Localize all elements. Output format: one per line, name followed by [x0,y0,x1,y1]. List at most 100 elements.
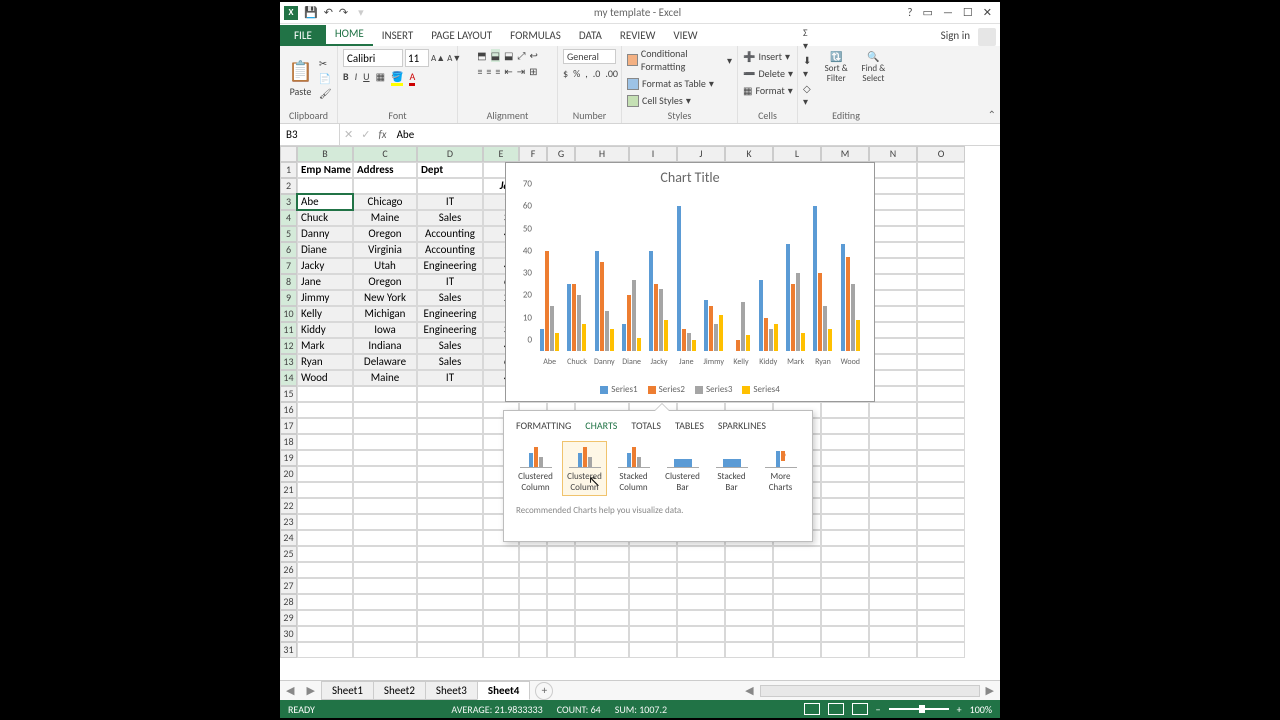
close-icon[interactable]: ✕ [983,6,992,19]
tab-review[interactable]: REVIEW [611,25,665,46]
redo-icon[interactable]: ↷ [339,6,348,19]
ribbon-options-icon[interactable]: ▭ [923,6,933,19]
qa-chart-option-5[interactable]: ?MoreCharts [759,442,802,495]
qa-chart-option-4[interactable]: StackedBar [710,442,753,495]
cell-B3[interactable]: Abe [297,194,353,210]
view-pagelayout-icon[interactable] [828,703,844,715]
avatar[interactable] [978,28,996,46]
insert-cells-button[interactable]: ➕ Insert ▾ [743,49,790,64]
cell-D11[interactable]: Engineering [417,322,483,338]
collapse-ribbon-icon[interactable]: ⌃ [988,108,996,121]
align-top-icon[interactable]: ⬒ [477,49,486,62]
cell-C10[interactable]: Michigan [353,306,417,322]
col-header-K[interactable]: K [725,146,773,162]
chart-preview[interactable]: Chart Title 010203040506070 AbeChuckDann… [505,162,875,402]
col-header-C[interactable]: C [353,146,417,162]
copy-icon[interactable]: 📄 [319,72,332,85]
qa-tab-tables[interactable]: TABLES [675,419,704,432]
cell-C4[interactable]: Maine [353,210,417,226]
underline-button[interactable]: U [363,70,369,86]
align-middle-icon[interactable]: ⬓ [491,49,500,62]
col-header-E[interactable]: E [483,146,519,162]
wrap-text-icon[interactable]: ↩ [529,49,537,62]
cell-styles-button[interactable]: Cell Styles ▾ [627,93,691,108]
col-header-F[interactable]: F [519,146,547,162]
font-name-input[interactable] [343,49,403,67]
paste-button[interactable]: 📋Paste [285,58,316,99]
formula-input[interactable]: Abe [391,128,421,141]
sheet-tab-Sheet2[interactable]: Sheet2 [373,681,426,700]
cell-D12[interactable]: Sales [417,338,483,354]
cell-B6[interactable]: Diane [297,242,353,258]
col-header-B[interactable]: B [297,146,353,162]
comma-icon[interactable]: , [585,67,588,80]
col-header-J[interactable]: J [677,146,725,162]
col-header-M[interactable]: M [821,146,869,162]
cell-C8[interactable]: Oregon [353,274,417,290]
col-header-G[interactable]: G [547,146,575,162]
cell-B11[interactable]: Kiddy [297,322,353,338]
help-icon[interactable]: ? [907,6,912,19]
tab-home[interactable]: HOME [326,23,373,46]
indent-dec-icon[interactable]: ⇤ [504,65,512,78]
cell-B10[interactable]: Kelly [297,306,353,322]
qa-chart-option-2[interactable]: StackedColumn [612,442,655,495]
zoom-slider[interactable] [889,708,949,710]
col-header-I[interactable]: I [629,146,677,162]
tab-view[interactable]: VIEW [664,25,706,46]
sheet-nav-next-icon[interactable]: ▶ [300,684,320,697]
cell-D10[interactable]: Engineering [417,306,483,322]
qa-chart-option-0[interactable]: ClusteredColumn [514,442,557,495]
cell-B12[interactable]: Mark [297,338,353,354]
cell-C14[interactable]: Maine [353,370,417,386]
cell-D6[interactable]: Accounting [417,242,483,258]
qa-chart-option-1[interactable]: ClusteredColumn [563,442,606,495]
cell-C12[interactable]: Indiana [353,338,417,354]
cell-D4[interactable]: Sales [417,210,483,226]
merge-icon[interactable]: ⊞ [529,65,537,78]
align-right-icon[interactable]: ≡ [495,65,500,78]
cell-D7[interactable]: Engineering [417,258,483,274]
cell-C13[interactable]: Delaware [353,354,417,370]
cell-B8[interactable]: Jane [297,274,353,290]
tab-file[interactable]: FILE [280,25,326,46]
zoom-in-icon[interactable]: + [957,703,962,716]
cell-B13[interactable]: Ryan [297,354,353,370]
inc-decimal-icon[interactable]: .0 [593,67,601,80]
qa-chart-option-3[interactable]: ClusteredBar [661,442,704,495]
cell-C9[interactable]: New York [353,290,417,306]
view-pagebreak-icon[interactable] [852,703,868,715]
qa-tab-charts[interactable]: CHARTS [585,419,617,432]
fx-icon[interactable]: fx [374,128,390,141]
font-color-icon[interactable]: A [409,70,415,86]
col-header-D[interactable]: D [417,146,483,162]
qa-tab-totals[interactable]: TOTALS [631,419,661,432]
tab-pagelayout[interactable]: PAGE LAYOUT [422,25,501,46]
align-bottom-icon[interactable]: ⬓ [504,49,513,62]
qa-tab-formatting[interactable]: FORMATTING [516,419,571,432]
tab-formulas[interactable]: FORMULAS [501,25,570,46]
increase-font-icon[interactable]: A▲ [431,53,445,64]
cell-C5[interactable]: Oregon [353,226,417,242]
number-format-select[interactable]: General [563,49,616,64]
sheet-tab-Sheet1[interactable]: Sheet1 [321,681,374,700]
align-left-icon[interactable]: ≡ [477,65,482,78]
fill-color-icon[interactable]: 🪣 [391,70,403,86]
autosum-icon[interactable]: Σ ▾ [803,26,815,52]
cell-D14[interactable]: IT [417,370,483,386]
name-box[interactable]: B3 [280,124,340,145]
hscroll-right-icon[interactable]: ▶ [980,684,1000,697]
cell-D5[interactable]: Accounting [417,226,483,242]
cell-B7[interactable]: Jacky [297,258,353,274]
tab-data[interactable]: DATA [570,25,611,46]
save-icon[interactable]: 💾 [304,6,318,19]
align-center-icon[interactable]: ≡ [486,65,491,78]
col-header-L[interactable]: L [773,146,821,162]
sign-in-link[interactable]: Sign in [933,25,978,46]
orientation-icon[interactable]: ⤢ [517,49,525,62]
bold-button[interactable]: B [343,70,349,86]
cell-C11[interactable]: Iowa [353,322,417,338]
cell-C6[interactable]: Virginia [353,242,417,258]
cell-C3[interactable]: Chicago [353,194,417,210]
col-header-H[interactable]: H [575,146,629,162]
